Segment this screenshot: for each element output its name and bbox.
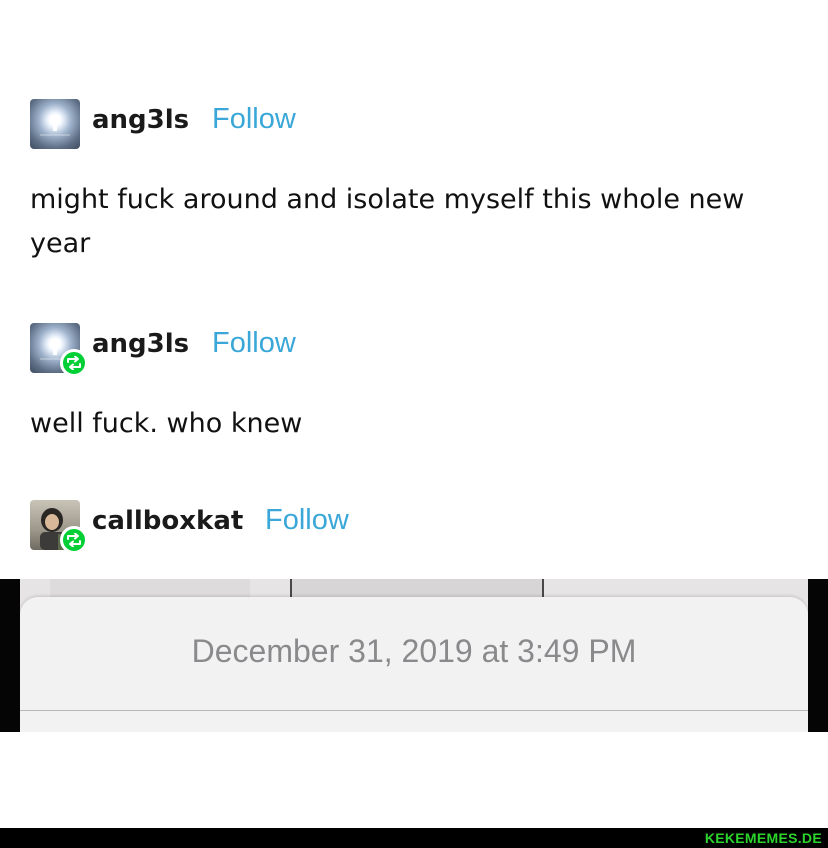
- post-text: well fuck. who knew: [30, 408, 303, 439]
- follow-button[interactable]: Follow: [212, 103, 296, 136]
- reblog-badge: [60, 526, 88, 554]
- post-text: might fuck around and isolate myself thi…: [30, 184, 745, 259]
- reblog-badge: [60, 349, 88, 377]
- divider: [20, 710, 808, 711]
- avatar[interactable]: [30, 99, 80, 149]
- avatar[interactable]: [30, 500, 88, 554]
- follow-button[interactable]: Follow: [265, 504, 349, 537]
- date-card: December 31, 2019 at 3:49 PM: [20, 597, 808, 732]
- follow-button[interactable]: Follow: [212, 327, 296, 360]
- blurred-background-text: [290, 579, 544, 597]
- timestamp: December 31, 2019 at 3:49 PM: [191, 633, 637, 669]
- blurred-background-text: [50, 579, 250, 597]
- username[interactable]: ang3ls: [92, 329, 189, 359]
- username[interactable]: ang3ls: [92, 105, 189, 135]
- embedded-screenshot: December 31, 2019 at 3:49 PM: [0, 579, 828, 732]
- avatar[interactable]: [30, 323, 88, 377]
- footer-bar: KEKEMEMES.DE: [0, 828, 828, 848]
- reblog-icon: [67, 356, 81, 370]
- reblog-icon: [67, 533, 81, 547]
- screenshot-image: December 31, 2019 at 3:49 PM: [20, 579, 808, 732]
- watermark: KEKEMEMES.DE: [704, 830, 822, 846]
- username[interactable]: callboxkat: [92, 506, 243, 536]
- glowing-figure-icon: [40, 115, 70, 136]
